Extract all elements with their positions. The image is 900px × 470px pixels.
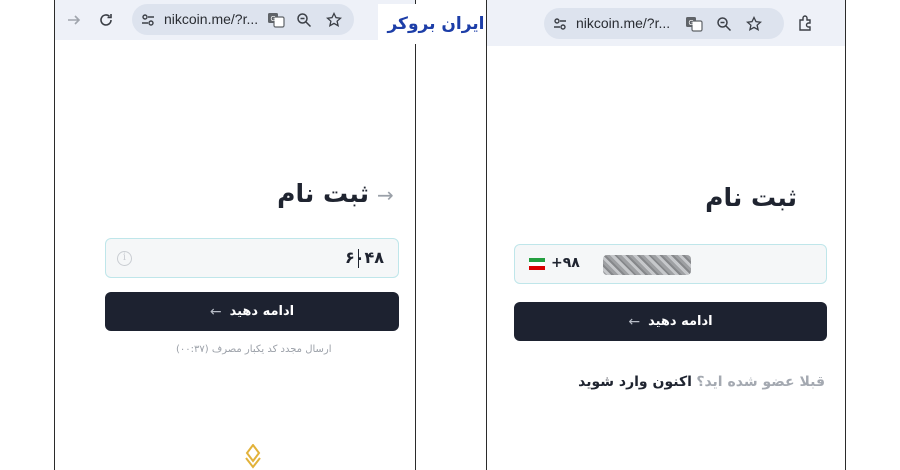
- already-member-text: قبلا عضو شده اید؟: [696, 374, 825, 390]
- country-code: +۹۸: [551, 255, 580, 271]
- nikcoin-logo-icon: [245, 444, 261, 469]
- login-now-link[interactable]: اکنون وارد شوید: [578, 374, 692, 390]
- zoom-icon[interactable]: [294, 10, 314, 30]
- login-prompt: قبلا عضو شده اید؟ اکنون وارد شوید: [578, 374, 825, 390]
- address-bar[interactable]: nikcoin.me/?r... G: [132, 4, 354, 35]
- url-text[interactable]: nikcoin.me/?r...: [164, 11, 258, 27]
- svg-text:G: G: [271, 16, 276, 23]
- browser-toolbar: nikcoin.me/?r... G: [55, 0, 415, 40]
- address-bar[interactable]: nikcoin.me/?r... G: [544, 8, 784, 39]
- iran-flag-icon[interactable]: [529, 258, 545, 270]
- masked-phone-number: [603, 255, 691, 275]
- site-settings-icon[interactable]: [550, 14, 570, 34]
- bookmark-star-icon[interactable]: [324, 10, 344, 30]
- bookmark-star-icon[interactable]: [744, 14, 764, 34]
- reload-icon[interactable]: [95, 9, 117, 31]
- forward-arrow-icon[interactable]: [63, 9, 85, 31]
- url-text[interactable]: nikcoin.me/?r...: [576, 15, 670, 31]
- page-title: ثبت نام: [705, 183, 797, 212]
- continue-button-label: ادامه دهید: [648, 314, 713, 329]
- info-icon[interactable]: i: [117, 251, 132, 266]
- iran-broker-logo-text: ایران بروکر: [387, 14, 485, 34]
- svg-text:G: G: [689, 20, 694, 27]
- translate-icon[interactable]: G: [266, 10, 286, 30]
- arrow-left-icon: ←: [628, 313, 641, 330]
- site-settings-icon[interactable]: [138, 10, 158, 30]
- continue-button[interactable]: ← ادامه دهید: [514, 302, 827, 341]
- translate-icon[interactable]: G: [684, 14, 704, 34]
- continue-button-label: ادامه دهید: [229, 304, 295, 319]
- continue-button[interactable]: ← ادامه دهید: [105, 292, 399, 331]
- zoom-icon[interactable]: [714, 14, 734, 34]
- otp-code-value: ۶۰۴۸: [344, 248, 384, 267]
- otp-code-input[interactable]: i ۶۰۴۸: [105, 238, 399, 278]
- extensions-icon[interactable]: [795, 12, 817, 34]
- resend-code-link[interactable]: ارسال مجدد کد یکبار مصرف (۰۰:۳۷): [176, 344, 332, 355]
- arrow-left-icon: ←: [209, 303, 222, 320]
- page-title: ثبت نام: [277, 179, 369, 208]
- back-arrow-icon[interactable]: →: [377, 183, 394, 207]
- phone-number-input[interactable]: +۹۸: [514, 244, 827, 284]
- left-screenshot-panel: nikcoin.me/?r... G → ثبت نام i ۶۰۴۸ ← اد…: [54, 0, 416, 470]
- browser-toolbar: nikcoin.me/?r... G: [487, 0, 845, 46]
- right-screenshot-panel: nikcoin.me/?r... G ثبت نام +۹۸ ← ادامه د…: [486, 0, 846, 470]
